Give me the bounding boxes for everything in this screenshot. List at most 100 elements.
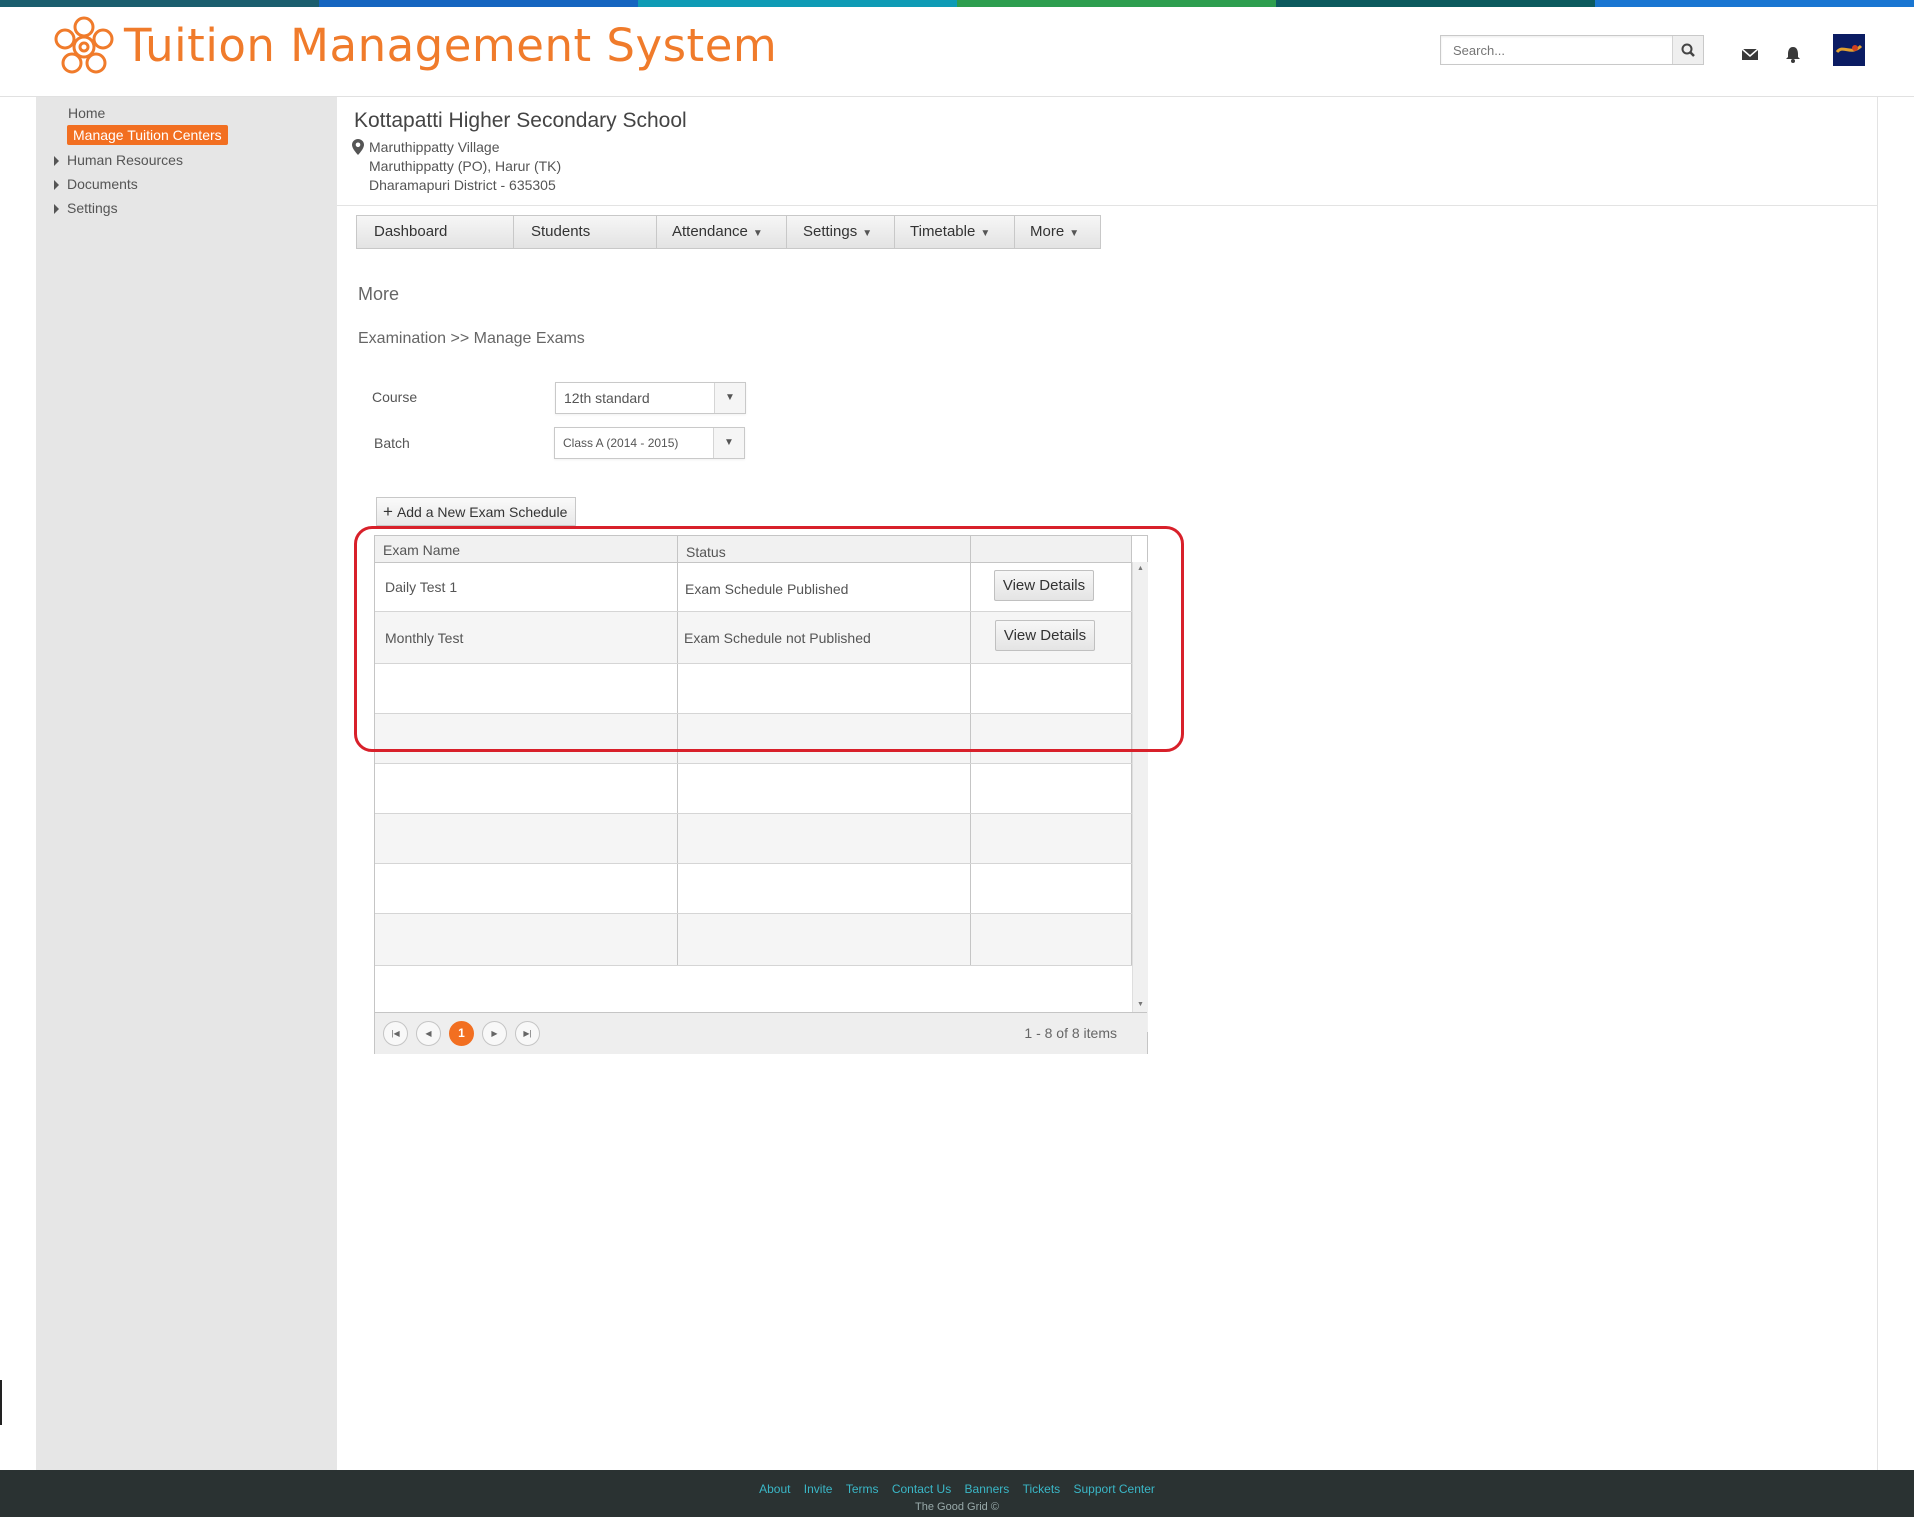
chevron-down-icon: ▼ [713,428,744,458]
view-details-button[interactable]: View Details [994,570,1094,601]
cell-empty [375,714,678,763]
cell-exam-name: Monthly Test [375,612,678,663]
main-tabs: Dashboard Students Attendance ▼ Settings ▼… [356,215,1101,249]
plus-icon: + [383,502,393,521]
grid-header: Exam Name Status [375,536,1132,563]
course-label: Course [372,389,418,405]
cell-actions: View Details [971,562,1132,611]
exam-name: Daily Test 1 [385,578,458,595]
content-border [1877,97,1878,1470]
table-row [375,664,1132,714]
cell-status: Exam Schedule not Published [678,612,971,663]
dropdown-arrow-icon: ▼ [1069,228,1080,239]
cell-empty [971,664,1132,713]
sidebar-item-home[interactable]: Home [68,105,105,121]
previous-page-button[interactable]: ◀ [416,1021,441,1046]
table-row [375,714,1132,764]
cell-empty [678,764,971,813]
top-color-stripe [0,0,1914,7]
tab-dashboard[interactable]: Dashboard [357,216,514,248]
cell-empty [678,814,971,863]
last-page-button[interactable]: ▶| [515,1021,540,1046]
caret-right-icon [54,204,59,215]
mail-icon[interactable] [1739,43,1761,65]
school-name: Kottapatti Higher Secondary School [354,109,687,132]
search-box[interactable] [1440,35,1704,65]
sidebar-item-label: Documents [67,176,138,192]
footer-link-support-center[interactable]: Support Center [1074,1482,1155,1496]
column-header-status[interactable]: Status [678,536,971,562]
tab-label: More [1030,223,1065,240]
tab-timetable[interactable]: Timetable ▼ [895,216,1015,248]
search-button[interactable] [1672,36,1703,64]
table-row [375,864,1132,914]
batch-label: Batch [374,435,410,451]
tab-attendance[interactable]: Attendance ▼ [657,216,787,248]
footer-link-invite[interactable]: Invite [804,1482,833,1496]
logo-icon[interactable] [48,11,120,83]
search-icon [1681,43,1695,57]
scroll-up-icon[interactable]: ▲ [1133,562,1148,576]
breadcrumb: Examination >> Manage Exams [358,330,585,347]
bell-icon[interactable] [1782,43,1804,65]
column-header-exam-name[interactable]: Exam Name [375,536,678,562]
table-row [375,814,1132,864]
exam-status: Exam Schedule Published [685,580,849,597]
table-row [375,914,1132,966]
app-header: Tuition Management System [0,7,1914,97]
cell-empty [971,764,1132,813]
footer-link-banners[interactable]: Banners [965,1482,1010,1496]
add-exam-schedule-button[interactable]: + Add a New Exam Schedule [376,497,577,526]
sidebar-item-label: Human Resources [67,152,183,168]
caret-right-icon [54,180,59,191]
tab-settings[interactable]: Settings ▼ [787,216,895,248]
scroll-down-icon[interactable]: ▼ [1133,998,1148,1012]
tab-label: Settings [803,223,858,240]
sidebar-item-manage-tuition-centers[interactable]: Manage Tuition Centers [67,125,228,145]
sidebar: Home Manage Tuition Centers Human Resour… [36,97,337,1470]
cell-empty [375,764,678,813]
footer-link-about[interactable]: About [759,1482,790,1496]
tab-label: Students [531,223,591,240]
tab-more[interactable]: More ▼ [1015,216,1100,248]
footer-link-terms[interactable]: Terms [846,1482,879,1496]
sidebar-item-settings[interactable]: Settings [54,200,118,216]
tab-label: Dashboard [374,223,448,240]
cell-exam-name: Daily Test 1 [375,562,678,611]
first-page-button[interactable]: |◀ [383,1021,408,1046]
pager-info: 1 - 8 of 8 items [1024,1025,1117,1041]
cell-empty [678,714,971,763]
footer-copyright: The Good Grid © [915,1501,999,1513]
view-details-button[interactable]: View Details [995,620,1095,651]
dropdown-arrow-icon: ▼ [862,228,873,239]
exam-name: Monthly Test [385,629,464,646]
dropdown-arrow-icon: ▼ [752,228,763,239]
tab-students[interactable]: Students [514,216,657,248]
cell-empty [678,864,971,913]
column-header-actions [971,536,1132,562]
search-input[interactable] [1441,36,1683,64]
current-page-button[interactable]: 1 [449,1021,474,1046]
cell-empty [678,914,971,965]
course-select[interactable]: 12th standard ▼ [555,382,746,414]
address-line: Dharamapuri District - 635305 [369,177,556,193]
cell-empty [375,664,678,713]
caret-right-icon [54,156,59,167]
chevron-down-icon: ▼ [714,383,745,413]
left-edge-mark [0,1380,2,1425]
cell-empty [375,914,678,965]
cell-empty [971,714,1132,763]
next-page-button[interactable]: ▶ [482,1021,507,1046]
sidebar-item-human-resources[interactable]: Human Resources [54,152,183,168]
cell-empty [375,814,678,863]
batch-select[interactable]: Class A (2014 - 2015) ▼ [554,427,745,459]
batch-select-value: Class A (2014 - 2015) [563,436,679,450]
footer-link-contact-us[interactable]: Contact Us [892,1482,951,1496]
footer-link-tickets[interactable]: Tickets [1023,1482,1061,1496]
avatar-image [1833,34,1865,66]
cell-empty [971,864,1132,913]
sidebar-item-documents[interactable]: Documents [54,176,138,192]
grid-pager: |◀ ◀ 1 ▶ ▶| 1 - 8 of 8 items [375,1012,1147,1054]
vertical-scrollbar[interactable]: ▲ ▼ [1132,562,1148,1032]
avatar[interactable] [1833,34,1865,66]
